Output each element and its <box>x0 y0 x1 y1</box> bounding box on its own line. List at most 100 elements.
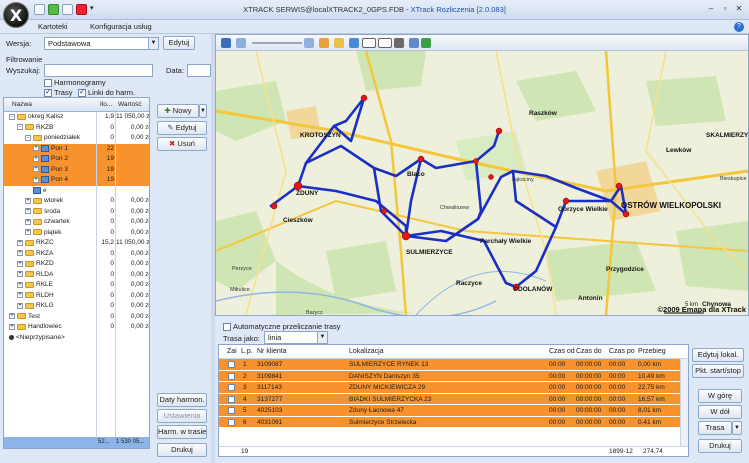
edit-route-icon[interactable] <box>334 38 344 48</box>
col-przebieg[interactable]: Przebieg <box>638 348 666 355</box>
row-checkbox[interactable] <box>228 407 235 414</box>
tree-header-qty[interactable]: Ilo... <box>100 101 112 108</box>
trasy-checkbox[interactable]: Trasy <box>44 87 72 97</box>
tree-row[interactable]: + czwartek 0 0,00 zł <box>4 217 149 228</box>
table-row[interactable]: 2 3109841 DANISZYN Daniszyn 35 00:00 00:00:0… <box>219 370 688 382</box>
table-scrollbar[interactable] <box>680 359 688 448</box>
expand-icon[interactable]: + <box>17 281 23 288</box>
harmonogramy-checkbox[interactable]: Harmonogramy <box>44 78 106 87</box>
map-canvas[interactable]: KROTOSZYN Raszków SKALMIERZYCE Lewków Biesku… <box>216 51 748 315</box>
col-lokalizacja[interactable]: Lokalizacja <box>349 348 384 355</box>
w-dol-button[interactable]: W dół <box>698 405 742 419</box>
tree-row[interactable]: + RKLG 0 0,00 zł <box>4 301 149 312</box>
help-icon[interactable]: ? <box>734 22 744 32</box>
menu-kartoteki[interactable]: Kartoteki <box>38 22 68 31</box>
expand-icon[interactable]: + <box>25 218 31 225</box>
expand-icon[interactable]: + <box>33 145 39 151</box>
menu-konfiguracja[interactable]: Konfiguracja usług <box>90 22 152 31</box>
expand-icon[interactable]: + <box>33 166 39 172</box>
close-button[interactable]: ✕ <box>733 3 745 15</box>
col-czas-do[interactable]: Czas do <box>576 348 602 355</box>
minimize-button[interactable]: – <box>705 3 717 15</box>
tree-header-name[interactable]: Nazwa <box>12 101 32 108</box>
tree-row[interactable]: + RLDH 0 0,00 zł <box>4 291 149 302</box>
print-map-icon[interactable] <box>409 38 419 48</box>
row-checkbox[interactable] <box>228 372 235 380</box>
tree-row[interactable]: + środa 0 0,00 zł <box>4 207 149 218</box>
drukuj-route-button[interactable]: Drukuj <box>698 439 742 453</box>
tree-header-value[interactable]: Wartość <box>118 101 142 108</box>
col-czas-po[interactable]: Czas po <box>609 348 635 355</box>
expand-icon[interactable]: + <box>17 292 23 298</box>
tree-row[interactable]: + piątek 0 0,00 zł <box>4 228 149 239</box>
tree-row[interactable]: + RKZA 0 0,00 zł <box>4 249 149 260</box>
ustawienia-button[interactable]: Ustawienia <box>157 409 207 423</box>
trasa-button[interactable]: Trasa <box>698 421 732 435</box>
trasa-jako-select[interactable]: linia ▼ <box>264 331 328 344</box>
wersja-edytuj-button[interactable]: Edytuj <box>163 36 195 50</box>
tree-row[interactable]: + Pon 2 19 <box>4 154 149 165</box>
zoom-in-icon[interactable] <box>304 38 314 48</box>
pan-icon[interactable] <box>319 38 329 48</box>
search-input[interactable] <box>44 64 153 77</box>
daty-harmon-button[interactable]: Daty harmon. <box>157 393 207 407</box>
col-lp[interactable]: L.p. <box>241 348 253 355</box>
w-gore-button[interactable]: W górę <box>698 389 742 403</box>
expand-icon[interactable]: + <box>25 197 31 204</box>
layer-icon[interactable] <box>362 38 376 48</box>
tree-row[interactable]: + RKZC 15,2 11 050,00 zł <box>4 238 149 249</box>
expand-icon[interactable]: + <box>17 302 23 309</box>
harm-w-trasie-button[interactable]: Harm. w trasie <box>157 425 207 439</box>
col-zai[interactable]: Zai <box>227 348 237 355</box>
table-row[interactable]: 1 3109087 SULMIERZYCE RYNEK 13 00:00 00:00:0… <box>219 359 688 371</box>
row-checkbox[interactable] <box>228 395 235 403</box>
table-row[interactable]: 5 4025103 Zduny Łacnowa 47 00:00 00:00:00 00:… <box>219 405 688 417</box>
tree-row[interactable]: + wtorek 0 0,00 zł <box>4 196 149 207</box>
nowy-button[interactable]: ✚ Nowy <box>157 104 199 118</box>
expand-icon[interactable]: + <box>25 229 31 235</box>
expand-icon[interactable]: + <box>33 176 39 183</box>
tree-row[interactable]: + Pon 3 19 <box>4 164 149 175</box>
col-nr-klienta[interactable]: Nr klienta <box>257 348 287 355</box>
pkt-start-stop-button[interactable]: Pkt. start/stop <box>692 364 744 378</box>
zoom-slider[interactable] <box>252 42 302 44</box>
auto-recalc-checkbox[interactable]: Automatyczne przeliczanie trasy <box>223 322 341 331</box>
edytuj-lokal-button[interactable]: Edytuj lokal. <box>692 348 744 362</box>
layer2-icon[interactable] <box>378 38 392 48</box>
expand-icon[interactable]: + <box>17 260 23 267</box>
tree-row[interactable]: - RKZB 0 0,00 zł <box>4 123 149 134</box>
trasa-dropdown-button[interactable]: ▼ <box>732 421 742 435</box>
collapse-icon[interactable]: - <box>9 113 15 120</box>
collapse-icon[interactable]: - <box>17 124 23 130</box>
expand-icon[interactable]: + <box>17 239 23 246</box>
tree-row[interactable]: + Handlowiec 0 0,00 zł <box>4 322 149 333</box>
table-row[interactable]: 4 3137277 BIADKI SULMIERZYCKA 23 00:00 00:00… <box>219 393 688 405</box>
row-checkbox[interactable] <box>228 384 235 391</box>
row-checkbox[interactable] <box>228 361 235 368</box>
wersja-select[interactable]: Podstawowa ▼ <box>44 37 159 50</box>
nowy-dropdown-button[interactable]: ▼ <box>199 104 207 118</box>
tree-row[interactable]: - okreg Kalisz 1,9 11 050,00 zł <box>4 112 149 123</box>
drukuj-left-button[interactable]: Drukuj <box>157 443 207 457</box>
table-row[interactable]: 3 3117143 ZDUNY MICKIEWICZA 29 00:00 00:00:0… <box>219 382 688 394</box>
measure-icon[interactable] <box>349 38 359 48</box>
usun-button[interactable]: ✖ Usuń <box>157 137 207 151</box>
col-czas-od[interactable]: Czas od <box>549 348 575 355</box>
tree-row[interactable]: + Test 0 0,00 zł <box>4 312 149 323</box>
info-icon[interactable] <box>394 38 404 48</box>
collapse-icon[interactable]: - <box>25 134 31 141</box>
date-input[interactable] <box>187 64 211 77</box>
expand-icon[interactable]: + <box>17 250 23 256</box>
row-checkbox[interactable] <box>228 418 235 426</box>
expand-icon[interactable]: + <box>9 323 15 330</box>
tree-row[interactable]: + Pon 1 22 <box>4 143 149 154</box>
tree-row[interactable]: <Nieprzypisane> <box>4 333 149 344</box>
maximize-button[interactable]: ▫ <box>719 3 731 15</box>
expand-icon[interactable]: + <box>25 208 31 214</box>
tree-row[interactable]: - poniedziałek 0 0,00 zł <box>4 133 149 144</box>
linki-checkbox[interactable]: Linki do harm. <box>78 87 135 97</box>
zoom-out-icon[interactable] <box>236 38 246 48</box>
map-fit-icon[interactable] <box>221 38 231 48</box>
tree-row[interactable]: + Pon 4 19 <box>4 175 149 186</box>
tree-row[interactable]: + RLDA 0 0,00 zł <box>4 270 149 281</box>
